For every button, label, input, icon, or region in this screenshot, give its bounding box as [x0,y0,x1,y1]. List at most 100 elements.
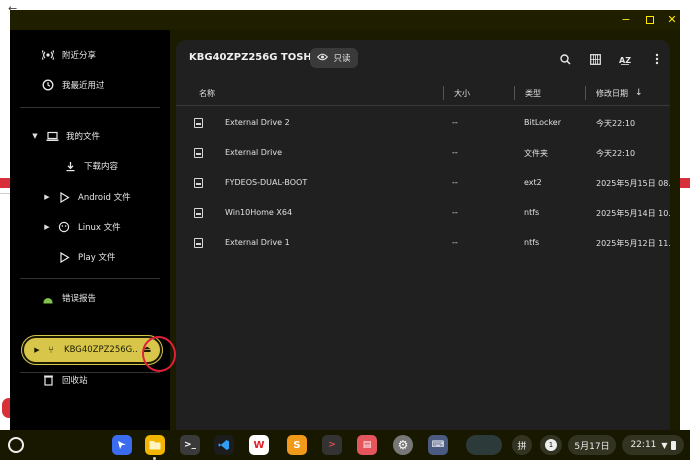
sidebar-item-label: 下载内容 [84,162,119,172]
file-type: ext2 [524,178,542,187]
file-size: -- [452,238,458,247]
expand-arrow-icon[interactable]: ▶ [42,193,52,201]
file-name: External Drive 2 [225,118,290,127]
expand-arrow-icon[interactable]: ▼ [30,132,40,140]
table-row[interactable]: External Drive -- 文件夹 今天22:10 [176,138,670,168]
column-size[interactable]: 大小 [454,88,470,99]
svg-text:AZ: AZ [619,56,631,65]
sidebar-item-play-files[interactable]: Play 文件 [56,242,115,272]
app-icon-keyboard[interactable]: ⌨ [428,435,448,455]
file-size: -- [452,178,458,187]
file-name: External Drive [225,148,283,157]
sidebar-item-nearby-share[interactable]: 附近分享 [40,40,96,70]
more-options-button[interactable] [648,50,666,68]
maximize-button[interactable] [642,12,658,28]
search-button[interactable] [556,50,574,68]
wps-icon: W [253,439,265,451]
sidebar-item-label: 我最近用过 [62,81,105,91]
sort-descending-icon[interactable]: ↓ [635,88,643,98]
file-list-panel: KBG40ZPZ256G TOSH... 只读 AZ 名称 大小 类型 修改日期… [176,40,670,430]
sidebar: 附近分享 我最近用过 ▼ 我的文件 下载内容 ▶ Android 文件 ▶ Li… [10,30,180,430]
minimize-button[interactable]: − [618,12,634,28]
app-icon-files[interactable] [145,435,165,455]
column-divider[interactable] [585,86,586,100]
sublime-icon: S [293,439,301,451]
drive-icon [194,238,203,248]
app-icon-sublime[interactable]: S [287,435,307,455]
app-icon-wps[interactable]: W [249,435,269,455]
laptop-icon [44,131,60,142]
launcher-button[interactable] [8,437,24,453]
column-modified[interactable]: 修改日期 [596,88,628,99]
ime-indicator[interactable]: 拼 [512,435,532,455]
app-icon-browser[interactable] [112,435,132,455]
background-window-accent [680,178,690,188]
android-icon [40,293,56,304]
read-only-badge: 只读 [310,48,358,68]
app-icon-terminal[interactable]: >_ [180,435,200,455]
column-header: 名称 大小 类型 修改日期 ↓ [176,82,670,106]
play-icon [56,191,72,203]
column-type[interactable]: 类型 [525,88,541,99]
sort-button[interactable]: AZ [616,50,634,68]
keyboard-icon: ⌨ [431,440,445,450]
app-icon-emulator[interactable]: > [322,435,342,455]
read-only-label: 只读 [333,54,351,64]
table-row[interactable]: External Drive 1 -- ntfs 2025年5月12日 11..… [176,228,670,258]
expand-arrow-icon[interactable]: ▶ [42,223,52,231]
file-type: ntfs [524,208,540,217]
column-divider[interactable] [514,86,515,100]
play-icon [56,251,72,263]
drive-icon [194,208,203,218]
battery-icon [670,440,676,450]
emulator-icon: > [328,440,336,450]
sidebar-item-downloads[interactable]: 下载内容 [62,151,118,181]
notification-badge[interactable]: 1 [540,435,562,455]
files-app-window: − ✕ 附近分享 我最近用过 ▼ 我的文件 下载内容 ▶ Android 文件 … [10,10,680,430]
sidebar-item-linux-files[interactable]: ▶ Linux 文件 [42,212,121,242]
sidebar-item-trash[interactable]: 回收站 [40,365,88,395]
file-modified: 今天22:10 [596,119,636,128]
sort-az-icon: AZ [619,56,631,65]
file-name: Win10Home X64 [225,208,293,217]
screen-capture-preview[interactable] [466,435,502,455]
background-window-top [0,0,690,10]
file-type: ntfs [524,238,540,247]
grid-view-button[interactable] [586,50,604,68]
app-icon-settings[interactable]: ⚙ [393,435,413,455]
linux-icon [56,221,72,233]
column-name[interactable]: 名称 [199,88,215,99]
vscode-icon [218,440,229,450]
media-app-icon: ▤ [362,440,372,450]
sidebar-item-bug-reports[interactable]: 错误报告 [40,283,96,313]
table-row[interactable]: Win10Home X64 -- ntfs 2025年5月14日 10... [176,198,670,228]
grid-icon [589,53,601,65]
sidebar-item-recent[interactable]: 我最近用过 [40,70,105,100]
drive-icon [194,148,203,158]
terminal-icon: >_ [183,440,197,450]
sidebar-divider [20,107,160,108]
table-row[interactable]: External Drive 2 -- BitLocker 今天22:10 [176,108,670,138]
app-icon-vscode[interactable] [214,435,234,455]
date-pill[interactable]: 5月17日 [568,435,616,455]
file-modified: 2025年5月14日 10... [596,209,670,218]
table-row[interactable]: FYDEOS-DUAL-BOOT -- ext2 2025年5月15日 08..… [176,168,670,198]
app-icon-media[interactable]: ▤ [357,435,377,455]
nearby-share-icon [40,49,56,61]
file-name: External Drive 1 [225,238,290,247]
sidebar-item-my-files[interactable]: ▼ 我的文件 [30,121,100,151]
background-window-divider [0,193,10,194]
more-vert-icon [655,53,659,65]
file-modified: 今天22:10 [596,149,636,158]
sidebar-item-android-files[interactable]: ▶ Android 文件 [42,182,131,212]
search-icon [559,53,571,65]
close-button[interactable]: ✕ [664,12,680,28]
column-divider[interactable] [443,86,444,100]
sidebar-item-label: Android 文件 [78,193,131,203]
title-bar: − ✕ [10,10,680,30]
sidebar-item-label: 我的文件 [66,132,101,142]
recent-icon [40,79,56,91]
file-modified: 2025年5月15日 08... [596,179,670,188]
expand-arrow-icon[interactable]: ▶ [30,346,44,354]
status-area[interactable]: 22:11 ▼ [622,435,684,455]
